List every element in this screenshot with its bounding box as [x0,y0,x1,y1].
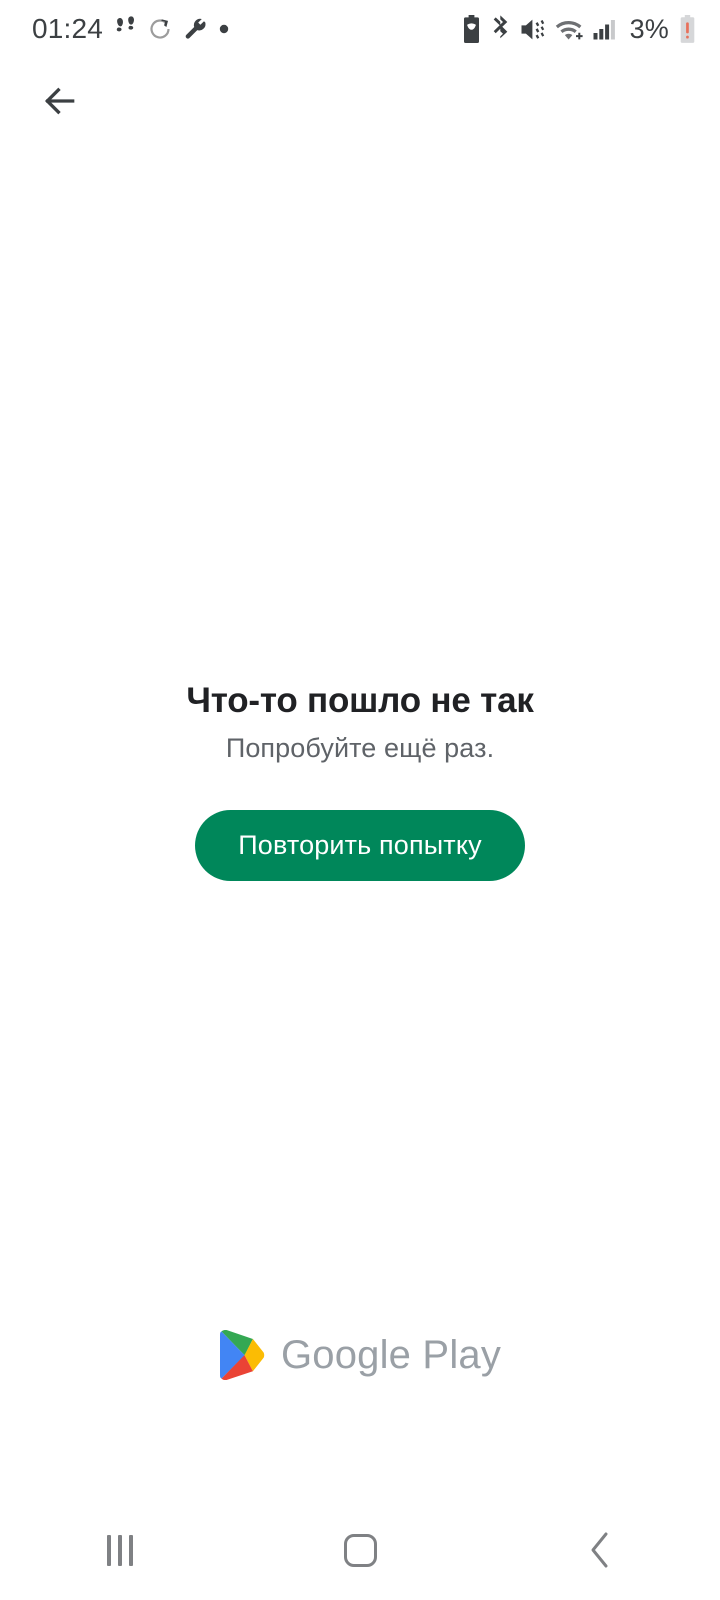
sync-refresh-icon [150,19,170,39]
google-play-logo [219,1330,265,1380]
error-state-container: Что-то пошло не так Попробуйте ещё раз. … [0,680,720,882]
status-bar-right: 3% [462,15,696,43]
status-bar: 01:24 3% [0,0,720,58]
wifi-icon [555,20,583,40]
nav-back-button[interactable] [480,1500,720,1600]
status-bar-clock: 01:24 [32,13,104,44]
battery-percentage-label: 3% [629,13,669,44]
dot-indicator-icon [219,24,229,34]
battery-low-icon [680,15,695,43]
google-play-error-screen: 01:24 3% Что-то пошло не так Попробуйте … [0,0,720,1600]
system-navigation-bar [0,1500,720,1600]
back-button[interactable] [22,66,98,136]
battery-saver-icon [463,15,479,43]
error-subtitle: Попробуйте ещё раз. [225,732,495,763]
error-title: Что-то пошло не так [186,681,534,720]
arrow-left-icon [44,87,75,115]
status-bar-notification-icons [115,16,230,42]
google-play-wordmark: Google Play [280,1333,502,1377]
wrench-icon [185,18,206,39]
footsteps-icon [116,16,135,32]
nav-home-button[interactable] [240,1500,480,1600]
nav-recents-button[interactable] [0,1500,240,1600]
recents-icon [107,1534,133,1566]
home-icon [343,1533,377,1567]
volume-vibrate-icon [521,19,544,39]
status-bar-left: 01:24 [32,15,230,43]
cellular-signal-icon [593,20,615,40]
retry-button[interactable]: Повторить попытку [195,810,525,882]
app-bar [0,58,720,142]
bluetooth-icon [491,15,508,43]
chevron-left-icon [591,1532,608,1568]
google-play-branding: Google Play [0,1330,720,1380]
